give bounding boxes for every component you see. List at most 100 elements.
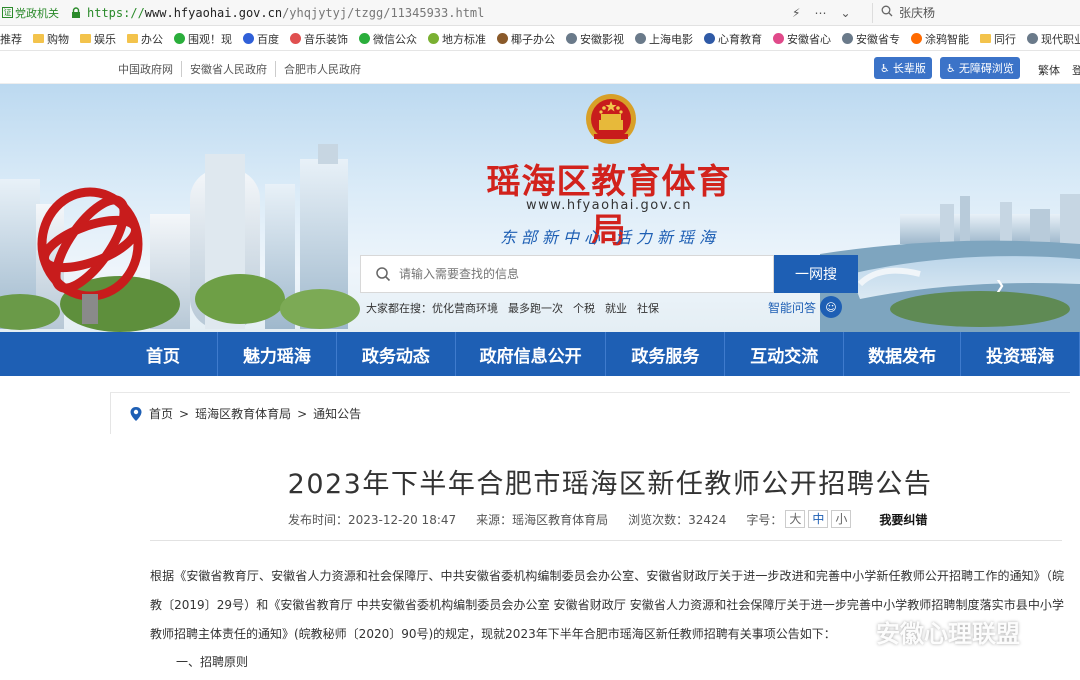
gov-link[interactable]: 安徽省人民政府 [182, 61, 276, 77]
font-size-label: 字号： [746, 512, 783, 527]
tuya-icon [911, 33, 922, 44]
globe-icon [635, 33, 646, 44]
login-link[interactable]: 登 [1072, 62, 1080, 78]
bookmark-label: 上海电影 [649, 32, 693, 46]
bookmark-item[interactable]: 娱乐 [80, 31, 116, 47]
security-badge[interactable]: 证 党政机关 [0, 5, 63, 21]
bookmark-item[interactable]: 心育教育 [704, 31, 762, 47]
bookmark-item[interactable]: 地方标准 [428, 31, 486, 47]
robot-icon: ☺ [820, 296, 843, 318]
nav-item[interactable]: 首页 [109, 332, 218, 376]
bookmark-label: 地方标准 [442, 32, 486, 46]
site-search: 一网搜 [360, 255, 858, 293]
hot-searches: 大家都在搜：优化营商环境 最多跑一次 个税 就业 社保 [366, 300, 659, 316]
browser-search-text: 张庆杨 [899, 6, 936, 20]
bookmark-item[interactable]: 推荐 [0, 31, 22, 47]
hot-term[interactable]: 个税 [573, 300, 595, 316]
folder-icon [80, 34, 91, 43]
bookmark-item[interactable]: 办公 [127, 31, 163, 47]
gov-link[interactable]: 中国政府网 [118, 61, 182, 77]
elder-mode-button[interactable]: ♿ 长辈版 [874, 57, 932, 79]
bookmark-label: 安徽影视 [580, 32, 624, 46]
folder-icon [127, 34, 138, 43]
traditional-chinese-link[interactable]: 繁体 [1038, 62, 1060, 78]
bookmark-label: 办公 [141, 32, 163, 46]
hot-searches-label[interactable]: 大家都在搜：优化营商环境 [366, 300, 498, 316]
bookmark-label: 心育教育 [718, 32, 762, 46]
shield-icon [704, 33, 715, 44]
bookmark-label: 购物 [47, 32, 69, 46]
bookmark-item[interactable]: 安徽影视 [566, 31, 624, 47]
smart-qa-link[interactable]: 智能问答 ☺ [768, 296, 843, 318]
bookmark-item[interactable]: 安徽省专 [842, 31, 900, 47]
nav-item[interactable]: 投资瑶海 [961, 332, 1080, 376]
main-nav: 首页 魅力瑶海 政务动态 政府信息公开 政务服务 互动交流 数据发布 投资瑶海 [0, 332, 1080, 376]
hot-term[interactable]: 社保 [637, 300, 659, 316]
bookmark-item[interactable]: 微信公众 [359, 31, 417, 47]
search-icon [881, 5, 893, 20]
font-size-medium-button[interactable]: 中 [808, 510, 829, 528]
nav-item[interactable]: 政府信息公开 [456, 332, 607, 376]
breadcrumb: 首页 > 瑶海区教育体育局 > 通知公告 [110, 392, 1070, 434]
nav-item[interactable]: 魅力瑶海 [218, 332, 337, 376]
font-size-controls: 字号： 大 中 小 [746, 510, 852, 528]
hot-term[interactable]: 最多跑一次 [508, 300, 563, 316]
globe-icon [842, 33, 853, 44]
bookmark-item[interactable]: 涂鸦智能 [911, 31, 969, 47]
music-icon [290, 33, 301, 44]
browser-search-box[interactable]: 张庆杨 [872, 2, 1080, 23]
site-search-button[interactable]: 一网搜 [774, 255, 858, 293]
bookmark-label: 椰子办公 [511, 32, 555, 46]
bookmarks-bar: 推荐 购物 娱乐 办公 围观！现 百度 音乐装饰 微信公众 地方标准 椰子办公 安徽影视 上海电影 心育… [0, 27, 1080, 51]
site-search-input[interactable] [399, 267, 739, 281]
wechat-icon [174, 33, 185, 44]
breadcrumb-home[interactable]: 首页 [149, 405, 173, 422]
site-url: www.hfyaohai.gov.cn [526, 198, 692, 213]
more-icon[interactable]: ⋯ [814, 6, 826, 20]
divider [150, 540, 1062, 541]
watermark: 安徽心理联盟 [840, 614, 1020, 649]
carousel-next-icon: ❯ [995, 278, 1005, 292]
article-title: 2023年下半年合肥市瑶海区新任教师公开招聘公告 [287, 469, 933, 500]
view-count: 浏览次数：32424 [628, 512, 727, 527]
accessibility-icon: ♿ [946, 61, 956, 75]
bookmark-item[interactable]: 椰子办公 [497, 31, 555, 47]
bookmark-item[interactable]: 现代职业 [1027, 31, 1080, 47]
report-error-link[interactable]: 我要纠错 [879, 511, 927, 528]
url-field[interactable]: https://www.hfyaohai.gov.cn/yhqjytyj/tzg… [87, 6, 792, 20]
bookmark-item[interactable]: 百度 [243, 31, 279, 47]
top-links-strip: 中国政府网 安徽省人民政府 合肥市人民政府 ♿ 长辈版 ♿ 无障碍浏览 繁体 登 [0, 52, 1080, 84]
bookmark-item[interactable]: 同行 [980, 31, 1016, 47]
site-banner: ❯ 瑶海区教育体育局 www.hfyaohai.gov.cn 东部新中心 活力新… [0, 84, 1080, 332]
site-search-field[interactable] [360, 255, 774, 293]
location-pin-icon [130, 406, 142, 421]
lightning-icon[interactable]: ⚡ [792, 6, 800, 20]
chevron-down-icon[interactable]: ⌄ [840, 6, 850, 20]
wechat-icon [840, 620, 869, 642]
nav-item[interactable]: 政务服务 [606, 332, 726, 376]
bookmark-label: 涂鸦智能 [925, 32, 969, 46]
site-slogan: 东部新中心 活力新瑶海 [499, 228, 721, 247]
accessibility-button[interactable]: ♿ 无障碍浏览 [940, 57, 1020, 79]
bookmark-item[interactable]: 上海电影 [635, 31, 693, 47]
nav-item[interactable]: 数据发布 [844, 332, 962, 376]
nav-item[interactable]: 政务动态 [337, 332, 456, 376]
bookmark-item[interactable]: 购物 [33, 31, 69, 47]
bookmark-label: 安徽省心 [787, 32, 831, 46]
breadcrumb-notices[interactable]: 通知公告 [313, 405, 361, 422]
breadcrumb-bureau[interactable]: 瑶海区教育体育局 [195, 405, 291, 422]
bookmark-item[interactable]: 安徽省心 [773, 31, 831, 47]
bookmark-item[interactable]: 音乐装饰 [290, 31, 348, 47]
national-emblem-icon [586, 94, 636, 144]
search-icon [376, 267, 391, 282]
hot-term[interactable]: 就业 [605, 300, 627, 316]
font-size-large-button[interactable]: 大 [785, 510, 806, 528]
gov-link[interactable]: 合肥市人民政府 [276, 61, 369, 77]
bookmark-item[interactable]: 围观！现 [174, 31, 232, 47]
bookmark-label: 推荐 [0, 32, 22, 46]
font-size-small-button[interactable]: 小 [831, 510, 852, 528]
nav-item[interactable]: 互动交流 [725, 332, 845, 376]
bookmark-label: 围观！现 [188, 32, 232, 46]
wechat-icon [359, 33, 370, 44]
